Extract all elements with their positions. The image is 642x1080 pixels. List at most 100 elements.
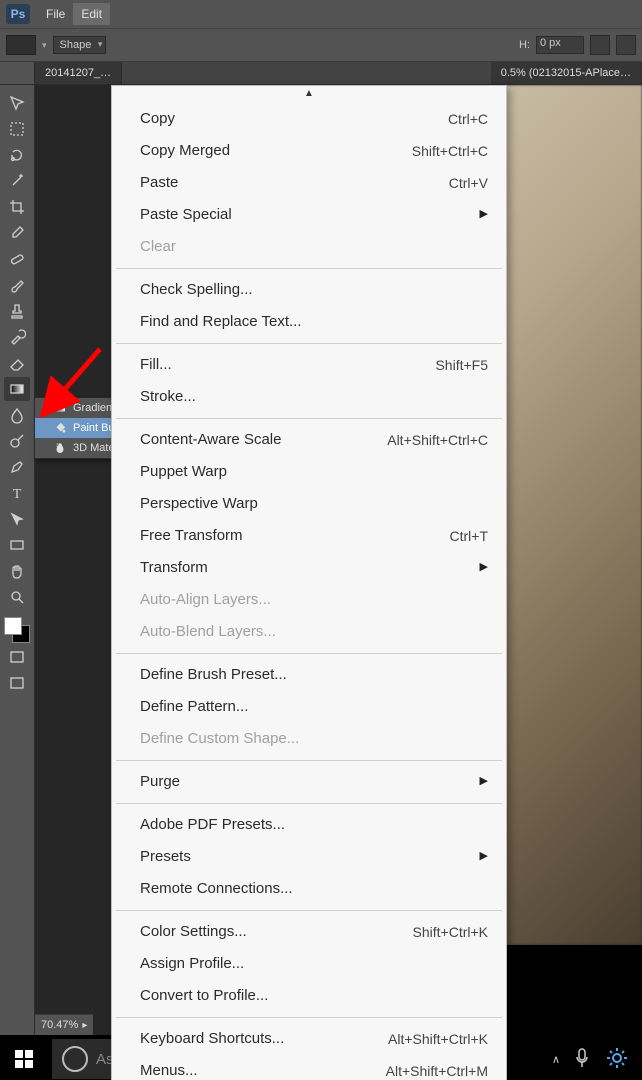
menu-item-label: Presets [140,845,474,869]
menu-scroll-up-icon[interactable]: ▲ [112,86,506,103]
edit-menu-color-settings[interactable]: Color Settings...Shift+Ctrl+K [112,916,506,948]
rectangle-tool[interactable] [4,533,30,557]
menu-file[interactable]: File [38,3,73,25]
edit-menu-define-brush-preset[interactable]: Define Brush Preset... [112,659,506,691]
type-tool[interactable]: T [4,481,30,505]
zoom-level[interactable]: 70.47% [41,1019,78,1031]
menu-item-label: Paste [140,171,449,195]
menu-item-label: Stroke... [140,385,488,409]
menu-item-label: Paste Special [140,203,474,227]
healing-brush-tool[interactable] [4,247,30,271]
menu-item-label: Content-Aware Scale [140,428,387,452]
start-button[interactable] [0,1035,48,1080]
edit-menu-adobe-pdf-presets[interactable]: Adobe PDF Presets... [112,809,506,841]
edit-menu-stroke[interactable]: Stroke... [112,381,506,413]
menu-item-label: Keyboard Shortcuts... [140,1027,388,1051]
menu-item-label: Convert to Profile... [140,984,488,1008]
edit-menu-purge[interactable]: Purge▶ [112,766,506,798]
gradient-tool[interactable] [4,377,30,401]
edit-menu-assign-profile[interactable]: Assign Profile... [112,948,506,980]
microphone-icon[interactable] [574,1048,590,1071]
magic-wand-tool[interactable] [4,169,30,193]
edit-menu-convert-to-profile[interactable]: Convert to Profile... [112,980,506,1012]
edit-menu-find-and-replace-text[interactable]: Find and Replace Text... [112,306,506,338]
menu-item-label: Fill... [140,353,435,377]
align-icon[interactable] [590,35,610,55]
edit-menu-content-aware-scale[interactable]: Content-Aware ScaleAlt+Shift+Ctrl+C [112,424,506,456]
edit-menu-keyboard-shortcuts[interactable]: Keyboard Shortcuts...Alt+Shift+Ctrl+K [112,1023,506,1055]
path-selection-tool[interactable] [4,507,30,531]
eyedropper-tool[interactable] [4,221,30,245]
foreground-color-swatch[interactable] [4,617,22,635]
menu-item-label: Copy [140,107,448,131]
clone-stamp-tool[interactable] [4,299,30,323]
edit-menu-free-transform[interactable]: Free TransformCtrl+T [112,520,506,552]
crop-tool[interactable] [4,195,30,219]
blur-tool[interactable] [4,403,30,427]
edit-menu-copy[interactable]: CopyCtrl+C [112,103,506,135]
edit-menu-auto-align-layers: Auto-Align Layers... [112,584,506,616]
edit-menu-menus[interactable]: Menus...Alt+Shift+Ctrl+M [112,1055,506,1080]
edit-menu-check-spelling[interactable]: Check Spelling... [112,274,506,306]
hand-tool[interactable] [4,559,30,583]
foreground-background-swatches[interactable] [4,617,30,643]
status-bar: 70.47% ▸ [35,1014,93,1035]
screenmode-icon[interactable] [4,671,30,695]
menu-separator [116,910,502,911]
submenu-arrow-icon: ▶ [480,848,488,866]
shape-mode-dropdown[interactable]: Shape [53,36,107,54]
edit-menu-puppet-warp[interactable]: Puppet Warp [112,456,506,488]
menu-separator [116,760,502,761]
menu-item-shortcut: Alt+Shift+Ctrl+C [387,429,488,451]
edit-menu-paste[interactable]: PasteCtrl+V [112,167,506,199]
svg-text:3D: 3D [56,442,63,447]
height-field[interactable]: 0 px [536,36,584,54]
edit-menu-remote-connections[interactable]: Remote Connections... [112,873,506,905]
menu-item-label: Check Spelling... [140,278,488,302]
menu-item-shortcut: Shift+Ctrl+K [413,921,488,943]
tray-overflow-icon[interactable]: ∧ [552,1053,560,1066]
edit-menu-paste-special[interactable]: Paste Special▶ [112,199,506,231]
tool-preset-swatch[interactable] [6,35,36,55]
edit-menu-fill[interactable]: Fill...Shift+F5 [112,349,506,381]
zoom-tool[interactable] [4,585,30,609]
document-tabs: 20141207_… 0.5% (02132015-APlace… [0,62,642,85]
pen-tool[interactable] [4,455,30,479]
gradient-icon [53,401,67,415]
height-label: H: [519,39,530,51]
system-tray: ∧ [540,1045,642,1074]
menu-item-label: Define Pattern... [140,695,488,719]
edit-menu-define-custom-shape: Define Custom Shape... [112,723,506,755]
arrange-icon[interactable] [616,35,636,55]
marquee-tool[interactable] [4,117,30,141]
cortana-icon [62,1046,88,1072]
menu-edit[interactable]: Edit [73,3,110,25]
move-tool[interactable] [4,91,30,115]
eraser-tool[interactable] [4,351,30,375]
flyout-active-dot: ■ [41,405,47,411]
status-arrow-icon[interactable]: ▸ [82,1020,87,1031]
menu-item-label: Perspective Warp [140,492,488,516]
edit-menu-transform[interactable]: Transform▶ [112,552,506,584]
submenu-arrow-icon: ▶ [480,559,488,577]
lasso-tool[interactable] [4,143,30,167]
brush-tool[interactable] [4,273,30,297]
tool-preset-caret-icon[interactable]: ▾ [42,40,47,51]
menu-item-shortcut: Alt+Shift+Ctrl+K [388,1028,488,1050]
menu-item-label: Remote Connections... [140,877,488,901]
history-brush-tool[interactable] [4,325,30,349]
edit-menu-copy-merged[interactable]: Copy MergedShift+Ctrl+C [112,135,506,167]
menu-item-shortcut: Ctrl+T [450,525,489,547]
edit-menu-presets[interactable]: Presets ▶ [112,841,506,873]
tab-document-1[interactable]: 20141207_… [35,62,122,84]
workspace: T 70.47% ▸ ■Gradient ToolGPaint Bucket T… [0,85,642,1035]
menu-item-label: Find and Replace Text... [140,310,488,334]
dodge-tool[interactable] [4,429,30,453]
edit-menu-perspective-warp[interactable]: Perspective Warp [112,488,506,520]
edit-menu-define-pattern[interactable]: Define Pattern... [112,691,506,723]
tab-document-2-fragment[interactable]: 0.5% (02132015-APlace… [491,62,642,84]
menu-separator [116,1017,502,1018]
quickmask-icon[interactable] [4,645,30,669]
menu-item-shortcut: Shift+F5 [435,354,488,376]
settings-gear-icon[interactable] [604,1045,630,1074]
